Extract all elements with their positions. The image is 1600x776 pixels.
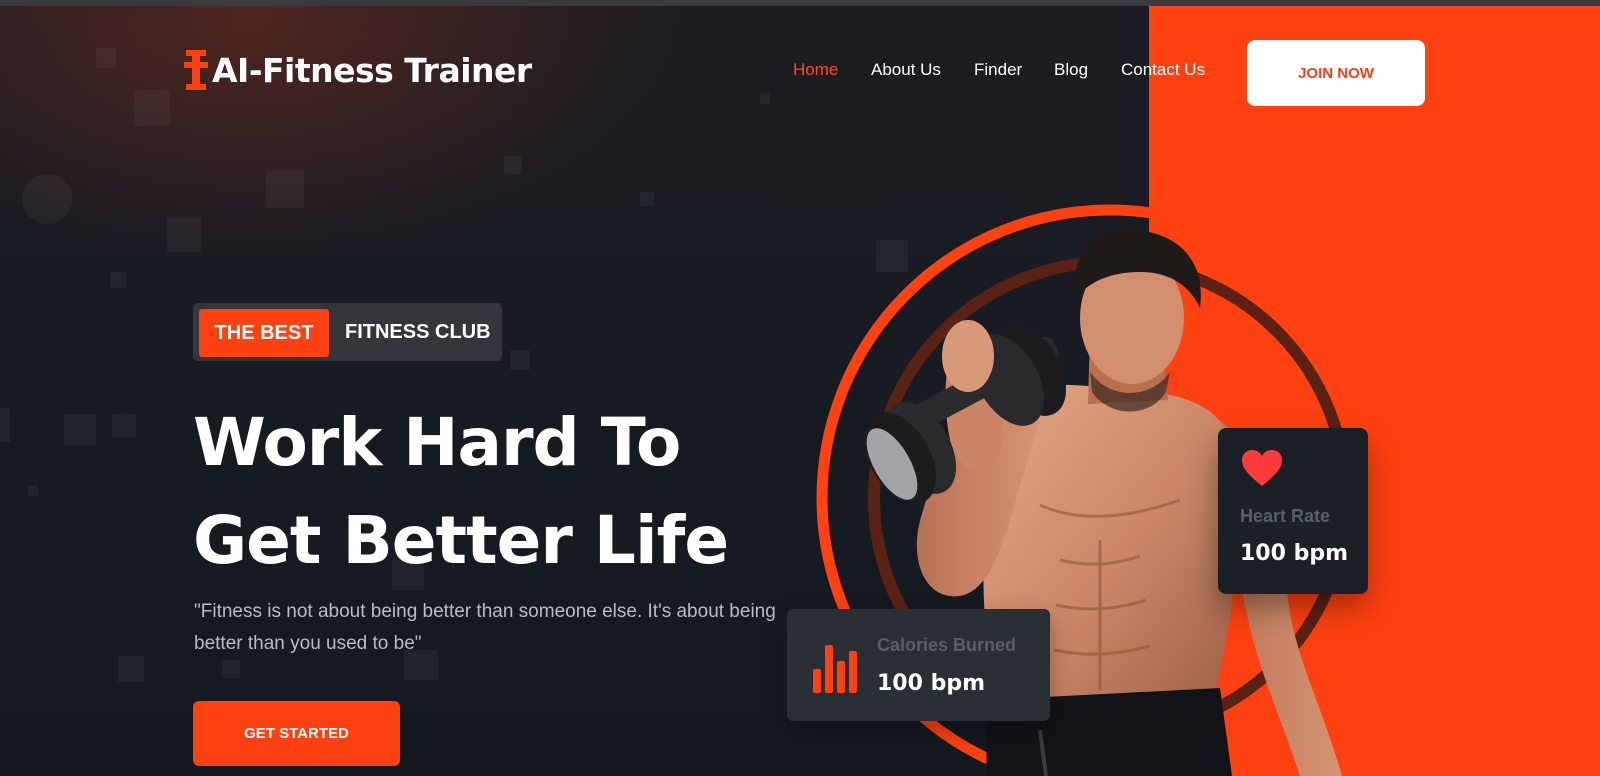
nav-finder[interactable]: Finder	[974, 60, 1022, 80]
heart-rate-value: 100 bpm	[1240, 541, 1349, 566]
hero-quote: "Fitness is not about being better than …	[194, 601, 776, 654]
calories-value: 100 bpm	[877, 671, 986, 696]
hero-headline: Work Hard To Get Better Life	[193, 394, 729, 590]
nav-home[interactable]: Home	[793, 60, 838, 80]
badge-text: FITNESS CLUB	[345, 320, 491, 343]
heart-rate-card: Heart Rate 100 bpm	[1218, 428, 1368, 594]
headline-line-2: Get Better Life	[193, 502, 729, 579]
bar-chart-icon	[813, 645, 857, 693]
badge-highlight: THE BEST	[199, 309, 329, 357]
calories-card: Calories Burned 100 bpm	[787, 609, 1050, 721]
get-started-button[interactable]: GET STARTED	[193, 701, 400, 766]
nav-about-us[interactable]: About Us	[871, 60, 941, 80]
join-now-button[interactable]: JOIN NOW	[1247, 40, 1425, 106]
nav-blog[interactable]: Blog	[1054, 60, 1088, 80]
hero-badge: THE BEST FITNESS CLUB	[193, 303, 502, 361]
heart-icon	[1242, 450, 1282, 486]
landing-page: AI-Fitness Trainer Home About Us Finder …	[0, 0, 1600, 776]
calories-label: Calories Burned	[877, 635, 1017, 655]
nav-contact-us[interactable]: Contact Us	[1121, 60, 1205, 80]
headline-line-1: Work Hard To	[193, 404, 681, 481]
heart-rate-label: Heart Rate	[1240, 506, 1331, 526]
